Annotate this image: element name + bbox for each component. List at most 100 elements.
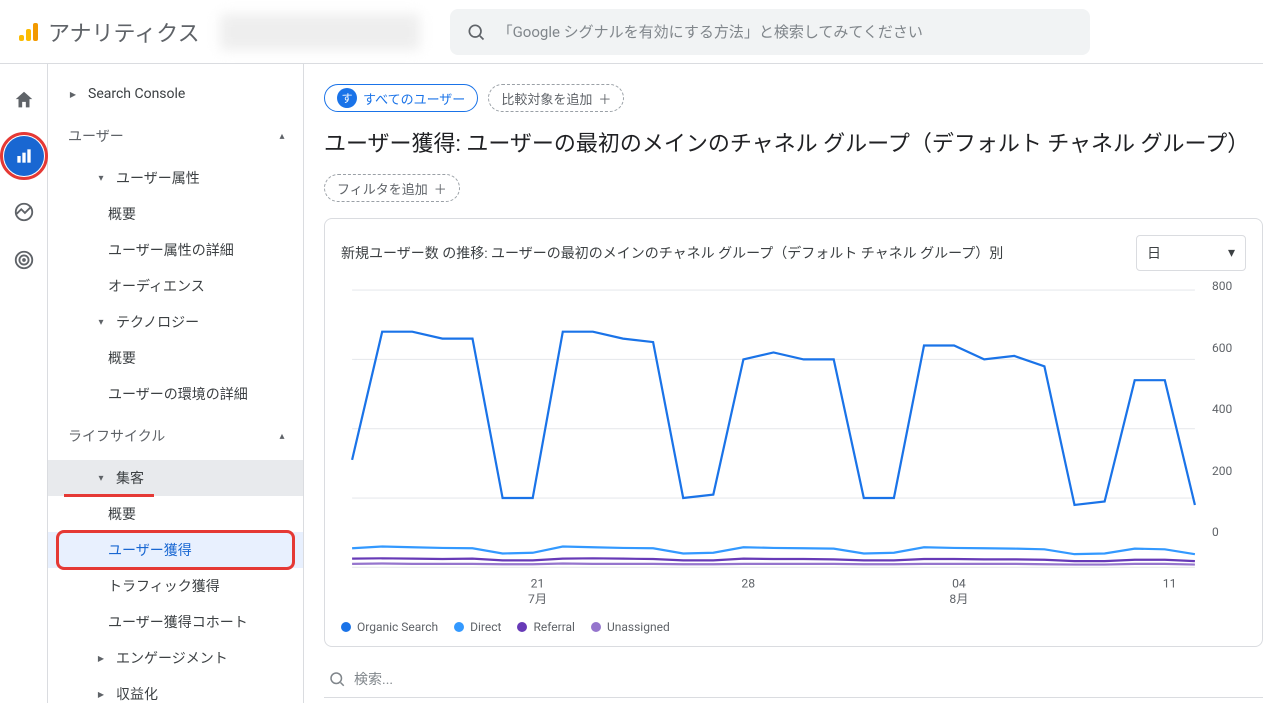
plus-icon: ＋	[434, 179, 447, 198]
sidebar-item-label: 概要	[108, 504, 136, 524]
topbar: アナリティクス 「Google シグナルを有効にする方法」と検索してみてください	[0, 0, 1263, 64]
analytics-logo-icon	[16, 20, 40, 44]
svg-text:11: 11	[1163, 576, 1177, 590]
sidebar-item[interactable]: ▶ 収益化	[48, 676, 303, 703]
sidebar-item-label: ユーザー獲得コホート	[108, 612, 248, 632]
granularity-select[interactable]: 日 ▾	[1136, 235, 1246, 271]
chevron-down-icon: ▾	[96, 473, 106, 483]
sidebar-item-label: ユーザー属性	[116, 168, 200, 188]
chevron-right-icon: ▶	[96, 653, 106, 663]
sidebar-item-label: 概要	[108, 348, 136, 368]
sidebar-item[interactable]: ライフサイクル ▴	[48, 412, 303, 460]
app-title: アナリティクス	[48, 16, 200, 48]
sidebar-item-label: トラフィック獲得	[108, 576, 220, 596]
sidebar-item[interactable]: ユーザー ▴	[48, 112, 303, 160]
sidebar-item[interactable]: ▶ エンゲージメント	[48, 640, 303, 676]
legend-dot	[517, 622, 527, 632]
legend-label: Direct	[470, 620, 501, 634]
svg-text:21: 21	[531, 576, 545, 590]
nav-rail	[0, 64, 48, 703]
explore-icon[interactable]	[12, 200, 36, 224]
sidebar-item-label: 概要	[108, 204, 136, 224]
sidebar-item[interactable]: 概要	[48, 496, 303, 532]
line-chart: 21 7月 28 04 8月 11	[341, 279, 1206, 612]
home-icon[interactable]	[12, 88, 36, 112]
segment-avatar: す	[337, 88, 357, 108]
legend-label: Unassigned	[607, 620, 670, 634]
main-content: す すべてのユーザー 比較対象を追加 ＋ ユーザー獲得: ユーザーの最初のメイン…	[304, 64, 1263, 703]
sidebar-item-label: ユーザー	[68, 126, 124, 146]
sidebar-item-label: 集客	[116, 468, 144, 488]
segment-label: すべてのユーザー	[363, 89, 465, 108]
segment-chips: す すべてのユーザー 比較対象を追加 ＋	[324, 84, 1263, 112]
sidebar-item-label: エンゲージメント	[116, 648, 228, 668]
chevron-down-icon: ▾	[1228, 245, 1235, 261]
search-placeholder: 「Google シグナルを有効にする方法」と検索してみてください	[498, 21, 923, 42]
sidebar-item[interactable]: オーディエンス	[48, 268, 303, 304]
sidebar-item[interactable]: ユーザー属性の詳細	[48, 232, 303, 268]
svg-text:04: 04	[952, 576, 966, 590]
y-tick: 200	[1212, 464, 1232, 478]
plus-icon: ＋	[598, 89, 611, 108]
sidebar-item[interactable]: ▾ テクノロジー	[48, 304, 303, 340]
legend-item[interactable]: Referral	[517, 620, 575, 634]
sidebar-item[interactable]: ▾ ユーザー属性	[48, 160, 303, 196]
sidebar-item[interactable]: ユーザー獲得	[48, 532, 303, 568]
legend-dot	[341, 622, 351, 632]
page-title: ユーザー獲得: ユーザーの最初のメインのチャネル グループ（デフォルト チャネル…	[324, 126, 1263, 158]
y-tick: 600	[1212, 341, 1232, 355]
legend-item[interactable]: Organic Search	[341, 620, 438, 634]
sidebar-item[interactable]: ユーザー獲得コホート	[48, 604, 303, 640]
chart-title: 新規ユーザー数 の推移: ユーザーの最初のメインのチャネル グループ（デフォルト…	[341, 243, 1003, 263]
y-axis-labels: 800 600 400 200 0	[1206, 279, 1246, 539]
global-search[interactable]: 「Google シグナルを有効にする方法」と検索してみてください	[450, 9, 1090, 55]
svg-text:28: 28	[741, 576, 755, 590]
sidebar-item[interactable]: ▶Search Console	[48, 76, 303, 112]
sidebar-item-label: テクノロジー	[116, 312, 199, 332]
sidebar-item-label: ライフサイクル	[68, 426, 165, 446]
legend-label: Referral	[533, 620, 575, 634]
sidebar-item[interactable]: 概要	[48, 340, 303, 376]
add-comparison-chip[interactable]: 比較対象を追加 ＋	[488, 84, 624, 112]
svg-text:8月: 8月	[949, 592, 968, 606]
sidebar-item-label: オーディエンス	[108, 276, 205, 296]
granularity-value: 日	[1147, 243, 1161, 263]
sidebar-item-label: Search Console	[88, 86, 185, 102]
add-filter-chip[interactable]: フィルタを追加 ＋	[324, 174, 460, 202]
chevron-down-icon: ▾	[96, 173, 106, 183]
logo-block: アナリティクス	[16, 16, 200, 48]
property-selector[interactable]	[220, 14, 420, 50]
svg-text:7月: 7月	[528, 592, 547, 606]
advertising-icon[interactable]	[12, 248, 36, 272]
chart-card: 新規ユーザー数 の推移: ユーザーの最初のメインのチャネル グループ（デフォルト…	[324, 218, 1263, 647]
segment-all-users[interactable]: す すべてのユーザー	[324, 84, 478, 112]
add-filter-label: フィルタを追加	[337, 179, 428, 198]
sidebar-item-label: ユーザー獲得	[108, 540, 192, 560]
reports-icon[interactable]	[4, 136, 44, 176]
add-comparison-label: 比較対象を追加	[501, 89, 592, 108]
chevron-right-icon: ▶	[96, 689, 106, 699]
sidebar-item-label: ユーザーの環境の詳細	[108, 384, 248, 404]
y-tick: 400	[1212, 402, 1232, 416]
y-tick: 800	[1212, 279, 1232, 293]
legend-label: Organic Search	[357, 620, 438, 634]
chart-legend: Organic Search Direct Referral Unassigned	[341, 620, 1246, 634]
legend-dot	[591, 622, 601, 632]
sidebar-item[interactable]: トラフィック獲得	[48, 568, 303, 604]
table-search-placeholder: 検索...	[354, 669, 393, 689]
legend-item[interactable]: Direct	[454, 620, 501, 634]
chevron-up-icon: ▴	[277, 131, 287, 141]
chevron-down-icon: ▾	[96, 317, 106, 327]
sidebar-item-label: ユーザー属性の詳細	[108, 240, 234, 260]
legend-dot	[454, 622, 464, 632]
legend-item[interactable]: Unassigned	[591, 620, 670, 634]
chevron-up-icon: ▴	[277, 431, 287, 441]
table-search[interactable]: 検索...	[324, 661, 1263, 698]
search-icon	[328, 670, 346, 688]
sidebar-item[interactable]: ▾ 集客	[48, 460, 303, 496]
sidebar: ▶Search Consoleユーザー▴▾ユーザー属性概要ユーザー属性の詳細オー…	[48, 64, 304, 703]
sidebar-item[interactable]: 概要	[48, 196, 303, 232]
y-tick: 0	[1212, 525, 1219, 539]
sidebar-item[interactable]: ユーザーの環境の詳細	[48, 376, 303, 412]
sidebar-item-label: 収益化	[116, 684, 158, 703]
